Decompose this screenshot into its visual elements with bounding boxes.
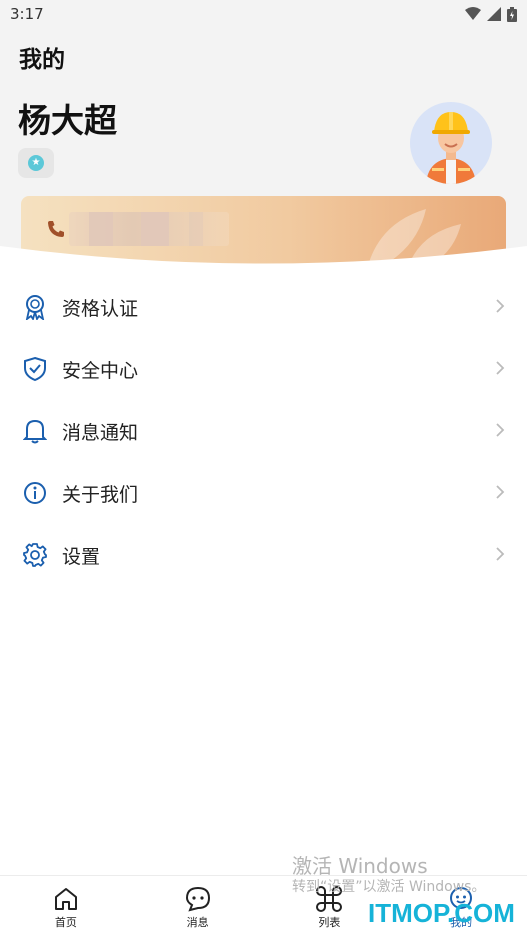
tab-label-messages: 消息 bbox=[186, 916, 209, 929]
gear-icon bbox=[22, 542, 48, 568]
bell-icon bbox=[22, 418, 48, 444]
battery-icon bbox=[507, 6, 517, 22]
menu-item-notifications[interactable]: 消息通知 bbox=[0, 400, 527, 462]
status-bar: 3:17 bbox=[0, 0, 527, 28]
menu-label-notifications: 消息通知 bbox=[62, 421, 139, 444]
certificate-icon bbox=[22, 294, 48, 320]
tab-home[interactable]: 首页 bbox=[0, 876, 132, 937]
user-name: 杨大超 bbox=[18, 101, 117, 140]
avatar[interactable] bbox=[410, 102, 492, 184]
menu-label-settings: 设置 bbox=[62, 545, 101, 568]
chevron-right-icon bbox=[496, 547, 505, 561]
chevron-right-icon bbox=[496, 485, 505, 499]
star-badge-icon: ★ bbox=[28, 155, 44, 171]
member-badge[interactable]: ★ bbox=[18, 148, 54, 178]
activation-watermark-subtitle: 转到“设置”以激活 Windows。 bbox=[292, 879, 486, 895]
activation-watermark-title: 激活 Windows bbox=[292, 854, 428, 878]
menu-item-security[interactable]: 安全中心 bbox=[0, 338, 527, 400]
wifi-icon bbox=[465, 7, 481, 20]
chevron-right-icon bbox=[496, 299, 505, 313]
menu-item-certification[interactable]: 资格认证 bbox=[0, 276, 527, 338]
status-time: 3:17 bbox=[10, 5, 44, 23]
status-icons bbox=[465, 6, 517, 22]
chat-icon bbox=[185, 886, 210, 912]
site-logo-watermark: ITMOP.COM bbox=[368, 898, 515, 928]
shield-icon bbox=[22, 356, 48, 382]
page-title: 我的 bbox=[19, 47, 65, 73]
menu-label-about: 关于我们 bbox=[62, 483, 139, 506]
info-icon bbox=[22, 480, 48, 506]
home-icon bbox=[54, 888, 77, 910]
signal-icon bbox=[487, 7, 501, 21]
tab-messages[interactable]: 消息 bbox=[132, 876, 264, 937]
menu-label-certification: 资格认证 bbox=[62, 297, 139, 320]
menu-label-security: 安全中心 bbox=[62, 359, 139, 382]
menu-item-settings[interactable]: 设置 bbox=[0, 524, 527, 586]
chevron-right-icon bbox=[496, 361, 505, 375]
chevron-right-icon bbox=[496, 423, 505, 437]
menu-item-about[interactable]: 关于我们 bbox=[0, 462, 527, 524]
tab-label-list: 列表 bbox=[318, 916, 341, 929]
settings-menu: 资格认证 安全中心 消息通知 关于我们 设置 bbox=[0, 276, 527, 586]
worker-avatar-icon bbox=[426, 112, 476, 184]
tab-label-home: 首页 bbox=[54, 916, 77, 929]
